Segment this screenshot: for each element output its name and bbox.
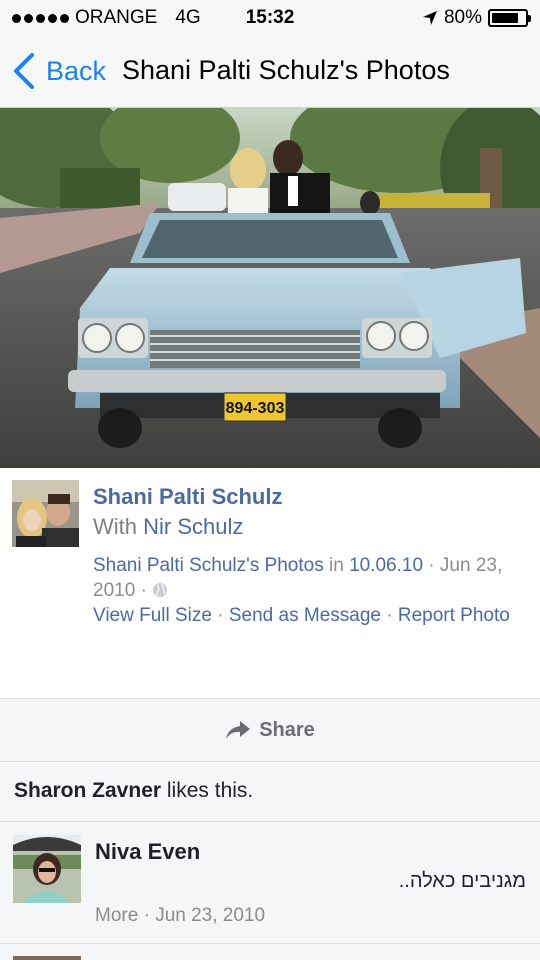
comment-more-link[interactable]: More [95, 905, 138, 926]
commenter-avatar-image [13, 835, 81, 903]
commenter-name-link[interactable]: Niva Even [95, 839, 200, 865]
post-info: Shani Palti Schulz With Nir Schulz Shani… [0, 468, 540, 698]
battery-icon [488, 9, 531, 27]
likes-text: Sharon Zavner likes this. [14, 779, 253, 803]
battery-fill [492, 13, 518, 23]
album-owner-link[interactable]: Shani Palti Schulz's Photos [93, 555, 324, 576]
liker-name-link[interactable]: Sharon Zavner [14, 779, 161, 802]
author-avatar[interactable] [12, 480, 79, 547]
battery-percent: 80% [443, 7, 482, 28]
location-arrow-icon [422, 11, 437, 25]
commenter-avatar[interactable] [13, 835, 81, 903]
album-link[interactable]: 10.06.10 [349, 555, 423, 576]
send-as-message-link[interactable]: Send as Message [229, 605, 381, 626]
next-comment-item [0, 944, 540, 960]
tagged-person-link[interactable]: Nir Schulz [143, 514, 243, 539]
post-meta: Shani Palti Schulz's Photos in 10.06.10 … [93, 553, 533, 603]
navigation-bar: Back Shani Palti Schulz's Photos [0, 36, 540, 108]
tagged-line: With Nir Schulz [93, 514, 243, 540]
share-button[interactable]: Share [0, 698, 540, 762]
status-right: 80% [422, 7, 531, 29]
view-full-size-link[interactable]: View Full Size [93, 605, 212, 626]
license-plate: 894-303 [226, 400, 285, 417]
wedding-car-photo: 894-303 [0, 108, 540, 468]
comment-text: מגניבים כאלה.. [398, 870, 526, 892]
back-button[interactable]: Back [12, 52, 106, 90]
share-arrow-icon [226, 721, 251, 739]
author-avatar-image [12, 480, 79, 547]
comment-date: Jun 23, 2010 [155, 905, 266, 926]
post-photo[interactable]: 894-303 [0, 108, 540, 468]
with-prefix: With [93, 514, 137, 539]
chevron-left-icon [14, 53, 34, 89]
action-separator: · [217, 605, 224, 626]
comment-item: Niva Even מגניבים כאלה.. More · Jun 23, … [0, 822, 540, 944]
meta-separator: · [140, 580, 147, 601]
comment-meta: More · Jun 23, 2010 [95, 905, 265, 927]
status-bar: ORANGE 4G 15:32 80% [0, 0, 540, 36]
in-word: in [328, 555, 344, 576]
page-title: Shani Palti Schulz's Photos [122, 55, 450, 85]
post-actions: View Full Size · Send as Message · Repor… [93, 603, 533, 628]
likes-summary: Sharon Zavner likes this. [0, 762, 540, 822]
meta-separator: · [428, 555, 435, 576]
comment-meta-separator: · [143, 905, 150, 926]
author-name-link[interactable]: Shani Palti Schulz [93, 484, 282, 510]
back-label: Back [46, 55, 107, 86]
next-commenter-avatar[interactable] [13, 956, 81, 960]
report-photo-link[interactable]: Report Photo [398, 605, 510, 626]
likes-suffix: likes this. [166, 779, 254, 802]
globe-icon [153, 583, 168, 597]
action-separator: · [386, 605, 393, 626]
share-label: Share [259, 718, 315, 741]
